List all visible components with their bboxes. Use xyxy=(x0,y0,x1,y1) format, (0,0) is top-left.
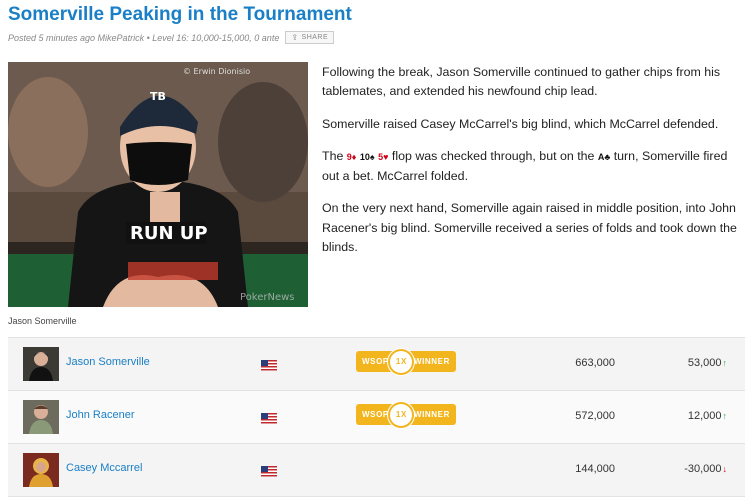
article-paragraph: On the very next hand, Somerville again … xyxy=(322,201,737,255)
chip-change-value: 53,000 xyxy=(687,357,722,369)
player-name-link[interactable]: John Racener xyxy=(66,409,135,421)
badge-right-text: WINNER xyxy=(413,410,450,419)
wsop-winner-badge: WSOP 1X WINNER xyxy=(356,350,456,373)
us-flag-icon xyxy=(261,411,277,424)
text-span: flop was checked through, but on the xyxy=(388,148,598,163)
post-meta-text: Posted 5 minutes ago MikePatrick • Level… xyxy=(8,32,280,43)
player-avatar[interactable] xyxy=(23,347,59,381)
arrow-up-icon: ↑ xyxy=(722,411,728,421)
photo-illustration: RUN UP TB © Erwin Dionisio PokerNews xyxy=(8,62,308,307)
photo-caption: Jason Somerville xyxy=(8,316,77,326)
player-avatar[interactable] xyxy=(23,400,59,434)
chip-change-value: -30,000 xyxy=(684,463,722,475)
player-row: Casey Mccarrel 144,000 -30,000↓ xyxy=(8,444,745,497)
arrow-down-icon: ↓ xyxy=(722,464,728,474)
card-5-hearts: 5♥ xyxy=(378,151,389,162)
photo-credit: © Erwin Dionisio xyxy=(183,67,250,76)
article-body: Following the break, Jason Somerville co… xyxy=(322,63,746,270)
chip-change: -30,000↓ xyxy=(684,463,727,475)
chip-count: 144,000 xyxy=(575,463,615,475)
post-meta: Posted 5 minutes ago MikePatrick • Level… xyxy=(8,31,335,44)
photo-watermark: PokerNews xyxy=(240,292,295,303)
article-paragraph: The 9♦ 10♠ 5♥ flop was checked through, … xyxy=(322,147,746,187)
player-avatar[interactable] xyxy=(23,453,59,487)
chip-counts-table: Jason Somerville WSOP 1X WINNER 663,000 … xyxy=(8,337,745,497)
card-10-spades: 10♠ xyxy=(359,151,375,162)
chip-change-value: 12,000 xyxy=(687,410,722,422)
chip-change: 12,000↑ xyxy=(688,410,727,422)
share-button[interactable]: ⇪ SHARE xyxy=(285,31,335,44)
wsop-winner-badge: WSOP 1X WINNER xyxy=(356,403,456,426)
player-row: Jason Somerville WSOP 1X WINNER 663,000 … xyxy=(8,338,745,391)
text-span: The xyxy=(322,148,347,163)
share-label: SHARE xyxy=(301,34,329,41)
article-photo: RUN UP TB © Erwin Dionisio PokerNews xyxy=(8,62,308,307)
chip-count: 663,000 xyxy=(575,357,615,369)
player-row: John Racener WSOP 1X WINNER 572,000 12,0… xyxy=(8,391,745,444)
bracelet-count-icon: 1X xyxy=(390,350,413,373)
post-title[interactable]: Somerville Peaking in the Tournament xyxy=(8,4,352,26)
us-flag-icon xyxy=(261,358,277,371)
shirt-text: RUN UP xyxy=(130,223,208,244)
badge-left-text: WSOP xyxy=(362,357,389,366)
share-icon: ⇪ xyxy=(291,33,299,42)
hat-logo: TB xyxy=(150,90,166,103)
chip-change: 53,000↑ xyxy=(688,357,727,369)
player-name-link[interactable]: Jason Somerville xyxy=(66,356,150,368)
arrow-up-icon: ↑ xyxy=(722,358,728,368)
us-flag-icon xyxy=(261,464,277,477)
badge-right-text: WINNER xyxy=(413,357,450,366)
bracelet-count-icon: 1X xyxy=(390,403,413,426)
card-9-diamonds: 9♦ xyxy=(346,151,357,162)
badge-left-text: WSOP xyxy=(362,410,389,419)
card-ace-clubs: A♣ xyxy=(597,151,611,162)
article-paragraph: Following the break, Jason Somerville co… xyxy=(322,65,721,99)
article-paragraph: Somerville raised Casey McCarrel's big b… xyxy=(322,116,719,131)
player-name-link[interactable]: Casey Mccarrel xyxy=(66,462,142,474)
chip-count: 572,000 xyxy=(575,410,615,422)
